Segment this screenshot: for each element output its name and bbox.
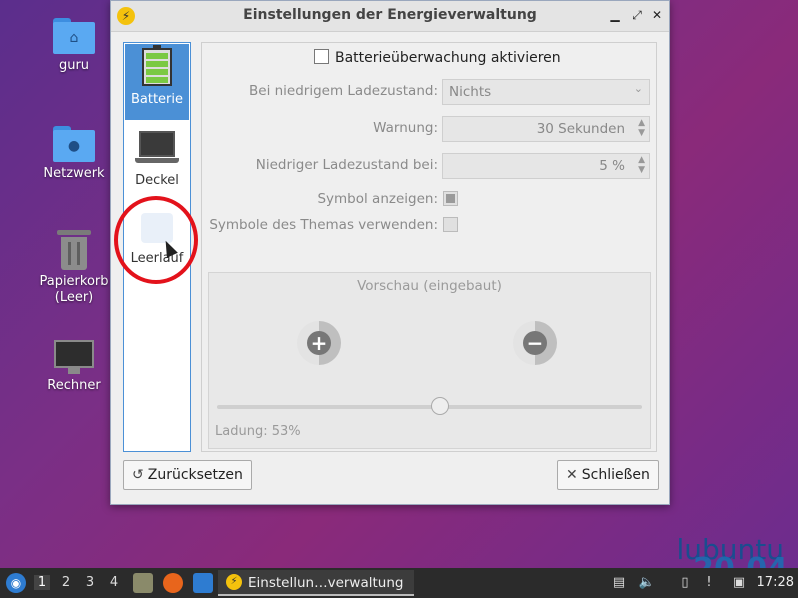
workspace-3[interactable]: 3: [82, 575, 98, 590]
reset-button[interactable]: ↺ Zurücksetzen: [123, 460, 252, 490]
volume-icon[interactable]: 🔈: [638, 574, 656, 592]
notification-icon[interactable]: !: [700, 574, 718, 592]
chevron-down-icon: ⌄: [633, 82, 643, 95]
battery-settings-panel: Batterieüberwachung aktivieren Bei niedr…: [201, 42, 657, 452]
close-icon: ✕: [566, 467, 578, 483]
undo-icon: ↺: [132, 467, 144, 483]
low-state-label: Bei niedrigem Ladezustand:: [249, 83, 438, 99]
desktop-icon[interactable]: [193, 573, 213, 593]
sidebar-item-label: Deckel: [135, 173, 179, 188]
start-menu-button[interactable]: ◉: [6, 573, 26, 593]
checkbox-box[interactable]: [314, 49, 329, 64]
file-manager-icon[interactable]: [133, 573, 153, 593]
desktop-icon-label: Rechner: [47, 378, 101, 393]
taskbar: ◉ 1 2 3 4 ⚡ Einstellun…verwaltung ▤ 🔈 ▯ …: [0, 568, 798, 598]
workspace-1[interactable]: 1: [34, 575, 50, 590]
clipboard-icon[interactable]: ▯: [676, 574, 694, 592]
keyboard-icon[interactable]: ▤: [610, 574, 628, 592]
battery-icon: [142, 45, 172, 86]
desktop-icon-home[interactable]: ⌂ guru: [34, 18, 114, 74]
sidebar-item-label: Batterie: [130, 92, 184, 107]
charge-label: Ladung: 53%: [215, 424, 301, 439]
maximize-button[interactable]: ⤢: [629, 7, 645, 23]
network-folder-icon: ●: [53, 126, 95, 162]
highlight-annotation-ring: [114, 196, 198, 284]
theme-icons-label: Symbole des Themas verwenden:: [209, 217, 438, 233]
charge-slider-handle[interactable]: [431, 397, 449, 415]
sidebar-item-lid[interactable]: Deckel: [125, 125, 189, 201]
desktop-icon-computer[interactable]: Rechner: [34, 340, 114, 394]
show-icon-label: Symbol anzeigen:: [317, 191, 438, 207]
desktop-icon-label: Papierkorb (Leer): [39, 274, 109, 305]
battery-charging-icon: +: [297, 321, 341, 365]
workspace-4[interactable]: 4: [106, 575, 122, 590]
low-level-label: Niedriger Ladezustand bei:: [255, 157, 438, 173]
preview-title: Vorschau (eingebaut): [357, 278, 502, 294]
window-title: Einstellungen der Energieverwaltung: [243, 7, 537, 23]
taskbar-task-power-settings[interactable]: ⚡ Einstellun…verwaltung: [218, 570, 414, 596]
warning-label: Warnung:: [373, 120, 438, 136]
low-state-select[interactable]: Nichts ⌄: [442, 79, 650, 105]
desktop-icon-label: guru: [58, 58, 90, 73]
desktop-icon-label: Netzwerk: [43, 166, 105, 181]
show-icon-checkbox[interactable]: [443, 191, 458, 206]
workspace-2[interactable]: 2: [58, 575, 74, 590]
battery-discharging-icon: −: [513, 321, 557, 365]
home-folder-icon: ⌂: [53, 18, 95, 54]
clock[interactable]: 17:28: [757, 575, 794, 590]
trash-icon: [57, 230, 91, 270]
spin-arrows-icon[interactable]: ▲ ▼: [638, 155, 645, 175]
laptop-icon: [135, 131, 179, 165]
low-level-spinbox[interactable]: 5 % ▲ ▼: [442, 153, 650, 179]
spin-arrows-icon[interactable]: ▲ ▼: [638, 118, 645, 138]
titlebar[interactable]: ⚡ Einstellungen der Energieverwaltung ▁ …: [111, 1, 669, 32]
firefox-icon[interactable]: [163, 573, 183, 593]
network-status-icon[interactable]: ▣: [730, 574, 748, 592]
sidebar-item-battery[interactable]: Batterie: [125, 44, 189, 120]
close-window-button[interactable]: ✕: [649, 7, 665, 23]
desktop-icon-trash[interactable]: Papierkorb (Leer): [34, 230, 114, 306]
power-manager-icon: ⚡: [226, 574, 242, 590]
minimize-button[interactable]: ▁: [607, 7, 623, 23]
theme-icons-checkbox[interactable]: [443, 217, 458, 232]
computer-icon: [54, 340, 94, 374]
preview-box: Vorschau (eingebaut) + − Ladung: 53%: [208, 272, 651, 449]
enable-battery-monitoring-checkbox[interactable]: Batterieüberwachung aktivieren: [314, 49, 561, 66]
close-button[interactable]: ✕ Schließen: [557, 460, 659, 490]
warning-spinbox[interactable]: 30 Sekunden ▲ ▼: [442, 116, 650, 142]
charge-slider-track[interactable]: [217, 405, 642, 409]
desktop-icon-network[interactable]: ● Netzwerk: [34, 126, 114, 182]
